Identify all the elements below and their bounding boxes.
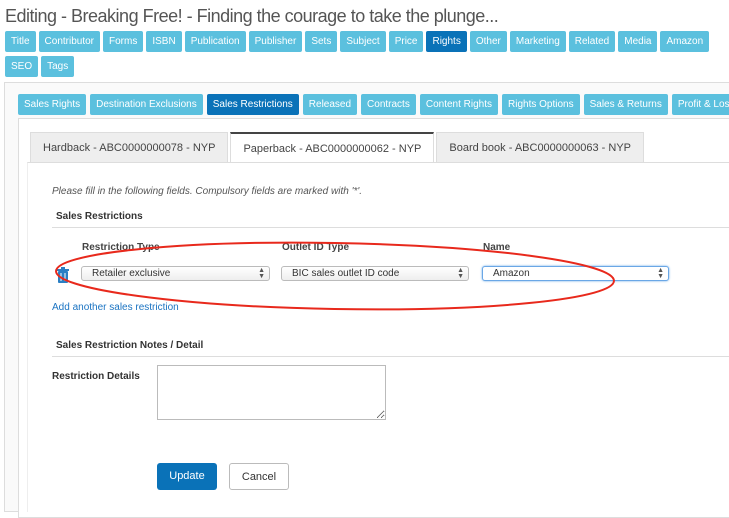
subtab-destination-exclusions[interactable]: Destination Exclusions bbox=[90, 94, 203, 115]
nav-publisher[interactable]: Publisher bbox=[248, 31, 303, 52]
name-value: Amazon bbox=[493, 268, 530, 279]
restriction-details-textarea[interactable] bbox=[157, 365, 386, 420]
section-heading-sales-restrictions: Sales Restrictions bbox=[56, 211, 143, 222]
restriction-details-label: Restriction Details bbox=[52, 371, 140, 382]
nav-publication[interactable]: Publication bbox=[184, 31, 246, 52]
form-instructions: Please fill in the following fields. Com… bbox=[52, 186, 363, 197]
outlet-id-type-select[interactable]: BIC sales outlet ID code ▲ ▼ bbox=[281, 266, 469, 281]
section-nav-row-2: SEO Tags bbox=[5, 56, 75, 77]
cancel-button[interactable]: Cancel bbox=[229, 463, 289, 490]
trash-icon[interactable] bbox=[56, 267, 70, 284]
update-button[interactable]: Update bbox=[157, 463, 217, 490]
tab-board-book-abc0000000063-nyp[interactable]: Board book - ABC0000000063 - NYP bbox=[436, 132, 645, 162]
nav-rights[interactable]: Rights bbox=[426, 31, 467, 52]
select-arrows-icon: ▲ ▼ bbox=[457, 267, 464, 280]
subtab-released[interactable]: Released bbox=[302, 94, 358, 115]
subtab-sales-restrictions[interactable]: Sales Restrictions bbox=[206, 94, 299, 115]
subtab-contracts[interactable]: Contracts bbox=[361, 94, 416, 115]
subtab-sales-rights[interactable]: Sales Rights bbox=[18, 94, 87, 115]
nav-marketing[interactable]: Marketing bbox=[509, 31, 566, 52]
nav-price[interactable]: Price bbox=[388, 31, 424, 52]
nav-tags[interactable]: Tags bbox=[41, 56, 75, 77]
nav-amazon[interactable]: Amazon bbox=[660, 31, 710, 52]
nav-subject[interactable]: Subject bbox=[340, 31, 386, 52]
outlet-id-type-value: BIC sales outlet ID code bbox=[292, 268, 400, 279]
nav-forms[interactable]: Forms bbox=[103, 31, 144, 52]
nav-isbn[interactable]: ISBN bbox=[146, 31, 182, 52]
subtab-profit-loss[interactable]: Profit & Loss bbox=[671, 94, 729, 115]
name-label: Name bbox=[483, 242, 511, 253]
name-select[interactable]: Amazon ▲ ▼ bbox=[482, 266, 669, 281]
nav-related[interactable]: Related bbox=[568, 31, 616, 52]
restriction-type-select[interactable]: Retailer exclusive ▲ ▼ bbox=[81, 266, 270, 281]
outlet-id-type-label: Outlet ID Type bbox=[282, 242, 350, 253]
add-sales-restriction-link[interactable]: Add another sales restriction bbox=[52, 302, 179, 313]
tab-paperback-abc0000000062-nyp[interactable]: Paperback - ABC0000000062 - NYP bbox=[230, 132, 435, 163]
page-title: Editing - Breaking Free! - Finding the c… bbox=[5, 6, 499, 26]
restriction-type-value: Retailer exclusive bbox=[92, 268, 171, 279]
divider bbox=[52, 356, 729, 357]
nav-sets[interactable]: Sets bbox=[305, 31, 338, 52]
nav-title[interactable]: Title bbox=[5, 31, 36, 52]
section-nav-row-1: Title Contributor Forms ISBN Publication Publ… bbox=[5, 31, 710, 52]
nav-contributor[interactable]: Contributor bbox=[38, 31, 100, 52]
tab-hardback-abc0000000078-nyp[interactable]: Hardback - ABC0000000078 - NYP bbox=[30, 132, 229, 162]
restriction-type-label: Restriction Type bbox=[82, 242, 160, 253]
section-heading-notes: Sales Restriction Notes / Detail bbox=[56, 340, 204, 351]
nav-other[interactable]: Other bbox=[469, 31, 507, 52]
divider bbox=[52, 227, 729, 228]
nav-seo[interactable]: SEO bbox=[5, 56, 39, 77]
subtab-rights-options[interactable]: Rights Options bbox=[502, 94, 580, 115]
format-tabs: Hardback - ABC0000000078 - NYP Paperback … bbox=[30, 132, 645, 163]
select-arrows-icon: ▲ ▼ bbox=[258, 267, 265, 280]
subtab-sales-returns[interactable]: Sales & Returns bbox=[583, 94, 668, 115]
subtab-content-rights[interactable]: Content Rights bbox=[419, 94, 498, 115]
nav-media[interactable]: Media bbox=[618, 31, 658, 52]
select-arrows-icon: ▲ ▼ bbox=[657, 267, 664, 280]
rights-subtabs: Sales Rights Destination Exclusions Sales … bbox=[18, 94, 729, 115]
